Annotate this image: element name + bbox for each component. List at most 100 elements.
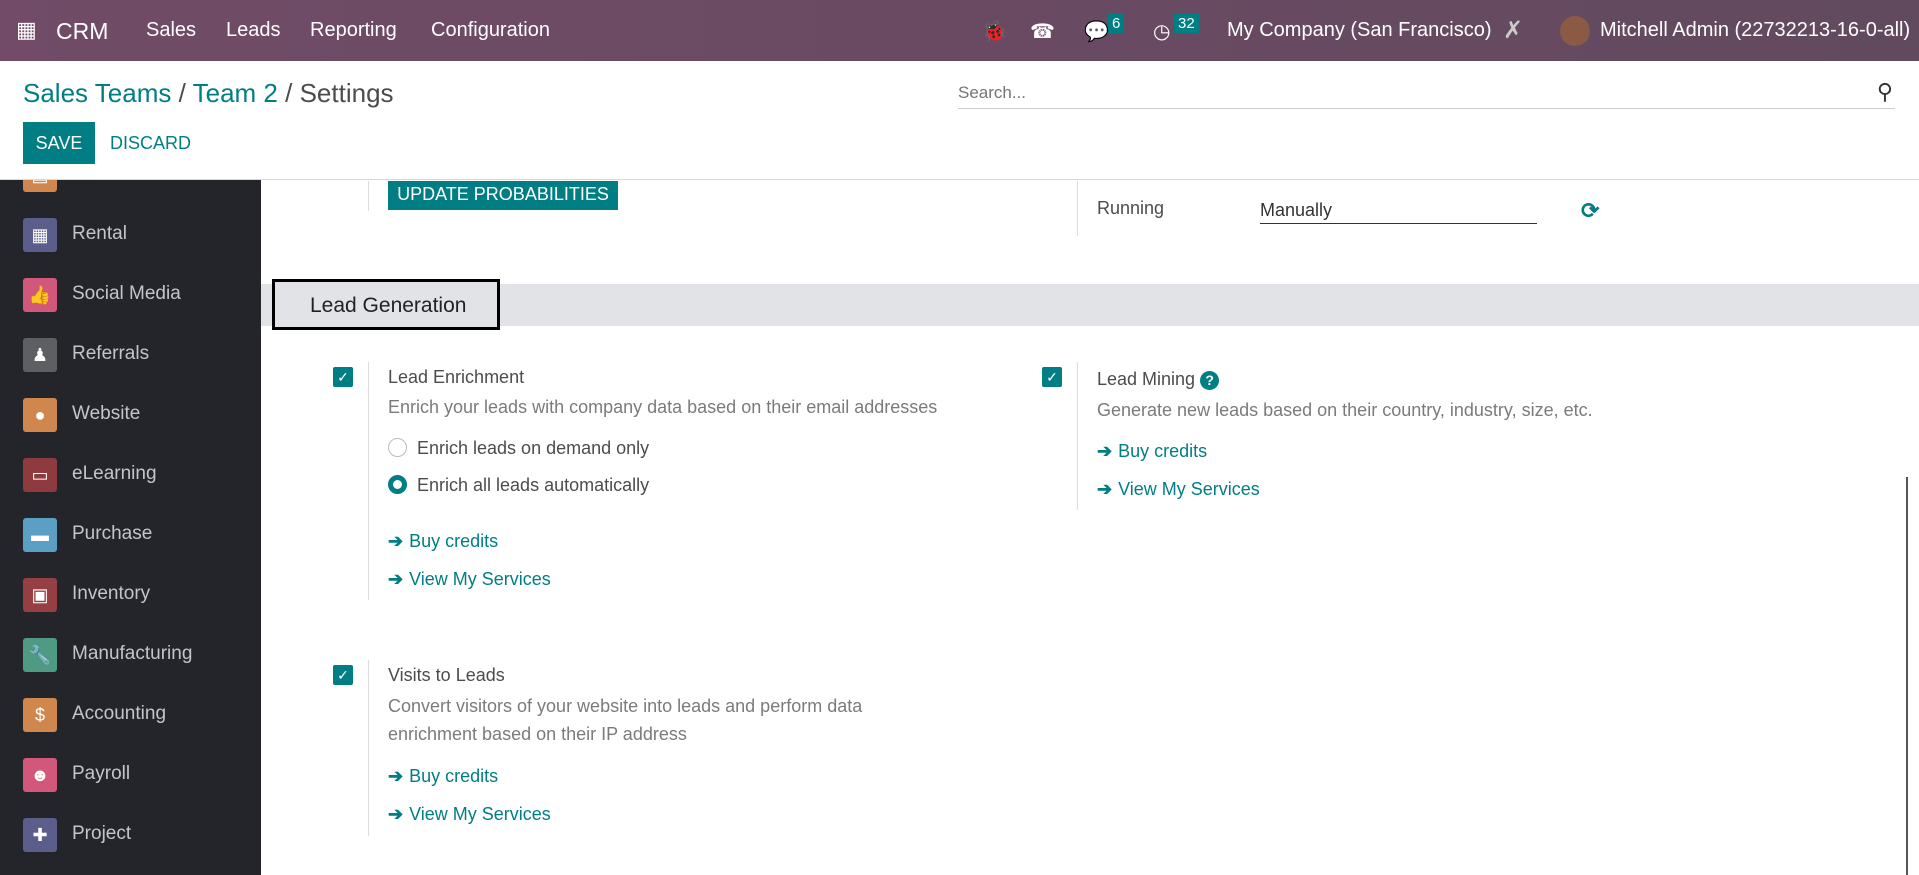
control-panel: Sales Teams / Team 2 / Settings ⚲ SAVE D…: [0, 61, 1919, 180]
activities-badge: 32: [1174, 14, 1199, 33]
lead-enrichment-buy-credits[interactable]: ➔ Buy credits: [388, 531, 498, 552]
sidebar-item-sales[interactable]: ▤ Sales: [0, 180, 261, 200]
apps-sidebar: ▤ Sales ▦ Rental 👍 Social Media ♟ Referrals ● Web…: [0, 180, 261, 875]
app-icon: ♟: [23, 338, 57, 372]
sidebar-item-label: Purchase: [72, 523, 153, 544]
running-value: Manually: [1260, 200, 1333, 220]
app-icon: ▤: [23, 180, 57, 192]
sidebar-item-label: Payroll: [72, 763, 131, 784]
refresh-icon[interactable]: ⟳: [1581, 198, 1599, 224]
radio-enrich-on-demand-label[interactable]: Enrich leads on demand only: [417, 438, 649, 459]
lead-enrichment-description: Enrich your leads with company data base…: [388, 397, 938, 417]
lead-mining-checkbox[interactable]: ✓: [1042, 367, 1062, 387]
app-icon: ▦: [23, 218, 57, 252]
lead-mining-buy-credits[interactable]: ➔ Buy credits: [1097, 441, 1207, 462]
sidebar-item-purchase[interactable]: ▬ Purchase: [0, 510, 261, 560]
lead-mining-title-text: Lead Mining: [1097, 369, 1196, 389]
search-input[interactable]: [958, 79, 1838, 103]
app-icon: ☻: [23, 758, 57, 792]
buy-credits-label: Buy credits: [1118, 441, 1208, 461]
app-icon: ▭: [23, 458, 57, 492]
app-menu-icon[interactable]: ▦: [16, 17, 37, 43]
sidebar-item-label: Accounting: [72, 703, 167, 724]
arrow-right-icon: ➔: [388, 804, 404, 824]
breadcrumb-current: Settings: [299, 78, 394, 108]
tools-icon[interactable]: ✗: [1503, 16, 1523, 45]
section-band: [261, 284, 1919, 326]
app-icon: ●: [23, 398, 57, 432]
sidebar-item-social-media[interactable]: 👍 Social Media: [0, 270, 261, 320]
sidebar-item-rental[interactable]: ▦ Rental: [0, 210, 261, 260]
running-label: Running: [1097, 198, 1165, 218]
search-icon[interactable]: ⚲: [1877, 79, 1893, 105]
app-icon: ✚: [23, 818, 57, 852]
visits-buy-credits[interactable]: ➔ Buy credits: [388, 766, 498, 787]
radio-enrich-on-demand[interactable]: [388, 438, 407, 457]
messages-icon[interactable]: 💬: [1084, 19, 1109, 44]
phone-icon[interactable]: ☎: [1030, 19, 1055, 44]
visits-to-leads-title: Visits to Leads: [388, 665, 505, 685]
view-services-label: View My Services: [409, 569, 551, 589]
sidebar-item-website[interactable]: ● Website: [0, 390, 261, 440]
sidebar-item-inventory[interactable]: ▣ Inventory: [0, 570, 261, 620]
radio-enrich-all-label[interactable]: Enrich all leads automatically: [417, 475, 649, 496]
arrow-right-icon: ➔: [1097, 479, 1113, 499]
sidebar-item-label: Project: [72, 823, 132, 844]
running-select[interactable]: Manually: [1260, 195, 1537, 224]
sidebar-item-elearning[interactable]: ▭ eLearning: [0, 450, 261, 500]
activities-clock-icon[interactable]: ◷: [1153, 19, 1170, 44]
arrow-right-icon: ➔: [388, 766, 404, 786]
sidebar-item-payroll[interactable]: ☻ Payroll: [0, 750, 261, 800]
menu-configuration[interactable]: Configuration: [431, 19, 550, 42]
sidebar-item-label: Inventory: [72, 583, 151, 604]
sidebar-item-project[interactable]: ✚ Project: [0, 810, 261, 860]
app-icon: $: [23, 698, 57, 732]
menu-leads[interactable]: Leads: [226, 19, 281, 42]
visits-to-leads-checkbox[interactable]: ✓: [333, 665, 353, 685]
lead-mining-view-services[interactable]: ➔ View My Services: [1097, 479, 1260, 500]
breadcrumb-sales-teams[interactable]: Sales Teams: [23, 78, 171, 108]
sidebar-item-referrals[interactable]: ♟ Referrals: [0, 330, 261, 380]
sidebar-item-accounting[interactable]: $ Accounting: [0, 690, 261, 740]
update-probabilities-button[interactable]: UPDATE PROBABILITIES: [388, 181, 618, 210]
sidebar-item-label: Rental: [72, 223, 127, 244]
debug-bug-icon[interactable]: 🐞: [982, 19, 1007, 44]
sidebar-item-label: Social Media: [72, 283, 181, 304]
lead-enrichment-view-services[interactable]: ➔ View My Services: [388, 569, 551, 590]
breadcrumb-separator: /: [178, 78, 186, 108]
buy-credits-label: Buy credits: [409, 531, 499, 551]
buy-credits-label: Buy credits: [409, 766, 499, 786]
breadcrumb-team-2[interactable]: Team 2: [193, 78, 278, 108]
sidebar-item-label: Website: [72, 403, 141, 424]
lead-mining-description: Generate new leads based on their countr…: [1097, 400, 1593, 420]
app-name[interactable]: CRM: [56, 18, 108, 45]
save-button[interactable]: SAVE: [23, 122, 95, 164]
app-icon: 🔧: [23, 638, 57, 672]
help-question-icon[interactable]: ?: [1200, 371, 1220, 390]
sidebar-item-manufacturing[interactable]: 🔧 Manufacturing: [0, 630, 261, 680]
visits-to-leads-description-2: enrichment based on their IP address: [388, 724, 687, 744]
avatar[interactable]: [1560, 16, 1590, 46]
scrollbar[interactable]: [1906, 477, 1908, 875]
sidebar-item-label: Sales: [72, 180, 120, 185]
radio-enrich-all[interactable]: [388, 475, 407, 494]
menu-reporting[interactable]: Reporting: [310, 19, 397, 42]
settings-content: UPDATE PROBABILITIES Running Manually ⟳ …: [261, 181, 1919, 875]
top-navbar: ▦ CRM Sales Leads Reporting Configuratio…: [0, 0, 1919, 61]
app-icon: ▬: [23, 518, 57, 552]
visits-view-services[interactable]: ➔ View My Services: [388, 804, 551, 825]
menu-sales[interactable]: Sales: [146, 19, 196, 42]
company-switcher[interactable]: My Company (San Francisco): [1227, 19, 1492, 42]
view-services-label: View My Services: [1118, 479, 1260, 499]
sidebar-item-label: Manufacturing: [72, 643, 193, 664]
lead-enrichment-checkbox[interactable]: ✓: [333, 367, 353, 387]
sidebar-item-label: Referrals: [72, 343, 150, 364]
sidebar-item-label: eLearning: [72, 463, 157, 484]
breadcrumb: Sales Teams / Team 2 / Settings: [23, 78, 394, 109]
discard-button[interactable]: DISCARD: [110, 122, 191, 164]
search-bar: ⚲: [958, 79, 1895, 109]
arrow-right-icon: ➔: [1097, 441, 1113, 461]
arrow-right-icon: ➔: [388, 569, 404, 589]
lead-enrichment-title: Lead Enrichment: [388, 367, 525, 387]
user-menu[interactable]: Mitchell Admin (22732213-16-0-all): [1600, 19, 1910, 42]
